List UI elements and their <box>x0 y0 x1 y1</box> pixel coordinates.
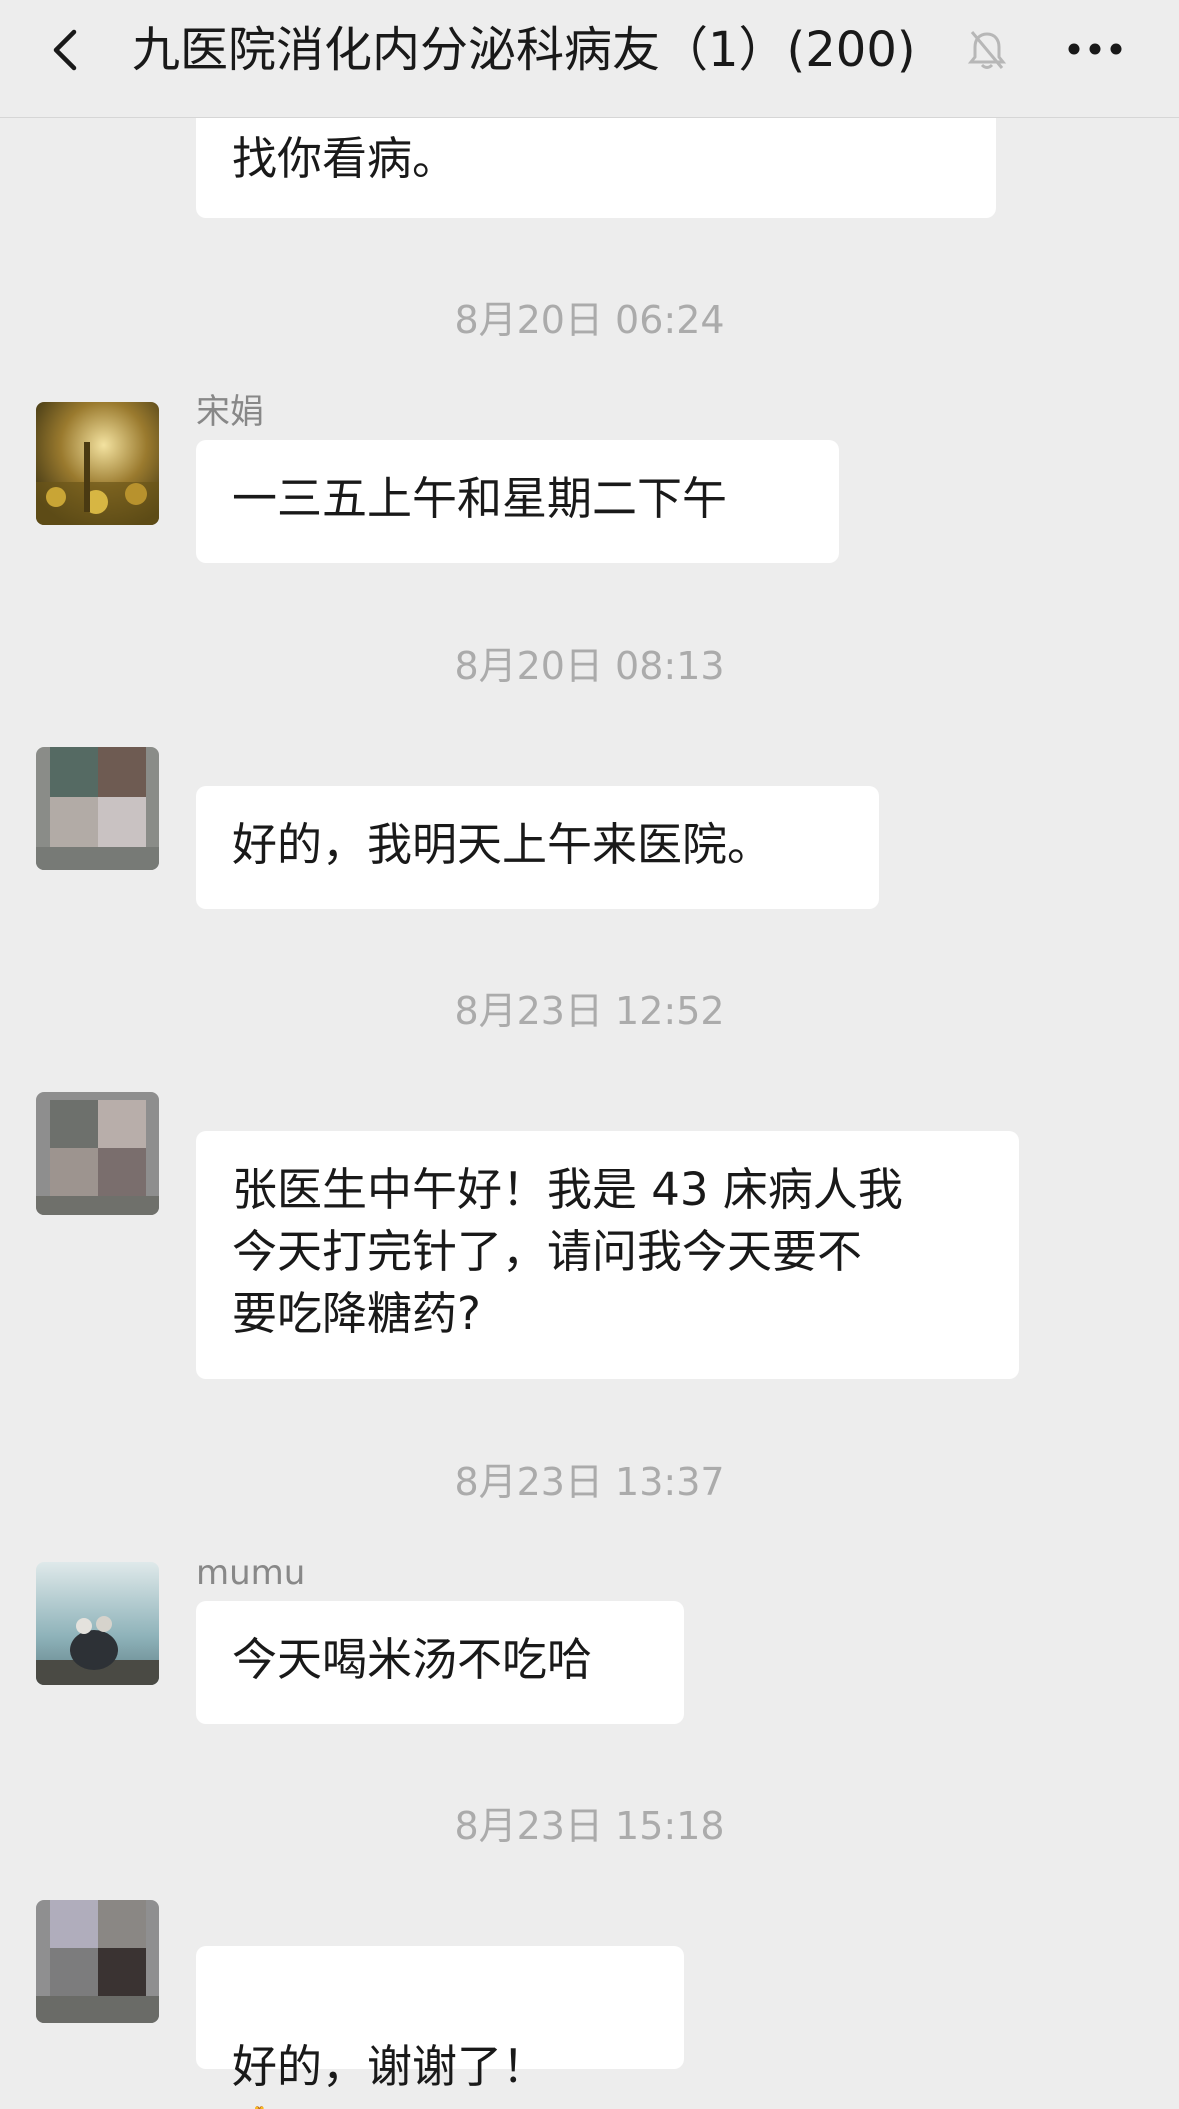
avatar[interactable] <box>36 1900 159 2023</box>
message-bubble[interactable]: 张医生中午好！我是 43 床病人我 今天打完针了，请问我今天要不 要吃降糖药? <box>196 1131 1019 1379</box>
avatar[interactable] <box>36 1092 159 1215</box>
avatar-image <box>36 1092 159 1215</box>
avatar-image <box>36 1900 159 2023</box>
chevron-left-icon <box>53 29 77 71</box>
message-timestamp: 8月23日 13:37 <box>454 1460 725 1504</box>
more-dots-icon <box>1068 43 1122 55</box>
back-button[interactable] <box>44 26 92 74</box>
message-timestamp: 8月23日 15:18 <box>454 1804 725 1848</box>
sender-name: mumu <box>196 1553 306 1593</box>
avatar[interactable] <box>36 1562 159 1685</box>
message-bubble[interactable]: 今天喝米汤不吃哈 <box>196 1601 684 1724</box>
avatar-image <box>36 747 159 870</box>
mute-indicator <box>966 28 1008 72</box>
message-bubble[interactable]: 好的，谢谢了！ 🙏 <box>196 1946 684 2109</box>
avatar[interactable] <box>36 747 159 870</box>
bell-off-icon <box>967 31 1007 69</box>
pray-emoji-icon: 🙏 <box>232 2104 287 2109</box>
chat-area[interactable]: 找你看病。 8月20日 06:24 宋娟 一三五上午和星期二下午 8月20日 0… <box>0 0 1179 2109</box>
sender-name: 宋娟 <box>196 392 264 432</box>
message-timestamp: 8月20日 06:24 <box>454 298 725 342</box>
message-timestamp: 8月20日 08:13 <box>454 644 725 688</box>
message-bubble[interactable]: 好的，我明天上午来医院。 <box>196 786 879 909</box>
message-timestamp: 8月23日 12:52 <box>454 989 725 1033</box>
chat-title: 九医院消化内分泌科病友（1）(200) <box>132 22 916 78</box>
chat-header: 九医院消化内分泌科病友（1）(200) <box>0 0 1179 118</box>
avatar-image <box>36 402 159 525</box>
message-text: 好的，谢谢了！ <box>232 2040 548 2093</box>
more-button[interactable] <box>1064 26 1126 72</box>
message-bubble[interactable]: 一三五上午和星期二下午 <box>196 440 839 563</box>
avatar-image <box>36 1562 159 1685</box>
avatar[interactable] <box>36 402 159 525</box>
